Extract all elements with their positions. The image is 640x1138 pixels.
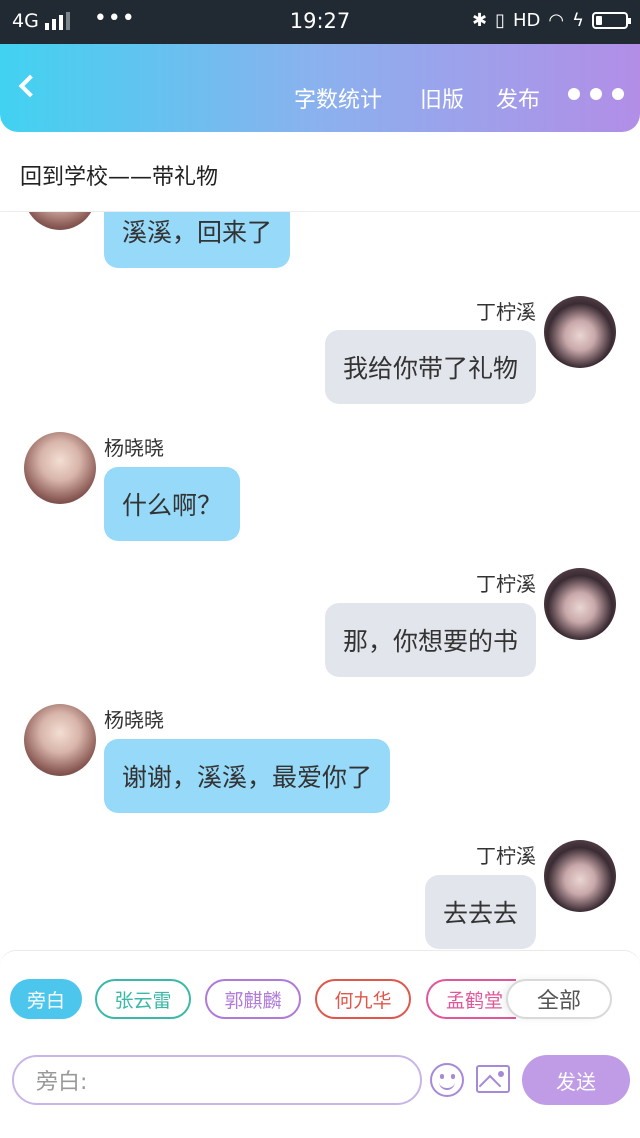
sender-name: 丁柠溪 (476, 300, 536, 324)
chapter-title: 回到学校——带礼物 (20, 165, 219, 190)
chapter-title-bar: 回到学校——带礼物 (0, 132, 640, 212)
message-bubble[interactable]: 溪溪，回来了 (104, 212, 291, 268)
hd-label: HD (513, 10, 541, 31)
sender-name: 丁柠溪 (476, 844, 536, 868)
chevron-left-icon[interactable] (18, 74, 42, 98)
character-chip[interactable]: 何九华 (315, 979, 411, 1019)
character-chip[interactable]: 孟鹤堂 (426, 979, 516, 1019)
charging-icon: ϟ (572, 10, 584, 31)
send-button[interactable]: 发送 (522, 1055, 630, 1105)
battery-icon (592, 12, 631, 29)
status-bar: 4G ••• 19:27 ✱ ▯ HD ◠ ϟ (0, 0, 640, 44)
avatar[interactable] (24, 212, 96, 230)
character-chip-narrator[interactable]: 旁白 (10, 979, 82, 1019)
message-bubble[interactable]: 那，你想要的书 (324, 603, 536, 677)
publish-button[interactable]: 发布 (496, 82, 540, 114)
message-bubble[interactable]: 什么啊？ (104, 467, 241, 541)
character-chip[interactable]: 郭麒麟 (205, 979, 301, 1019)
message-bubble[interactable]: 去去去 (424, 875, 536, 949)
vibrate-icon: ▯ (495, 10, 505, 31)
composer-panel: 旁白 张云雷 郭麒麟 何九华 孟鹤堂 全部 旁白: 发送 (0, 950, 640, 1110)
message-input[interactable]: 旁白: (12, 1055, 422, 1105)
chat-area[interactable]: 溪溪，回来了 丁柠溪 我给你带了礼物 杨晓晓 什么啊？ 丁柠溪 那，你想要的书 … (0, 212, 640, 950)
status-right: ✱ ▯ HD ◠ ϟ (472, 10, 631, 31)
message-bubble[interactable]: 我给你带了礼物 (324, 330, 536, 404)
character-chip[interactable]: 张云雷 (95, 979, 191, 1019)
sender-name: 杨晓晓 (104, 436, 164, 460)
avatar[interactable] (544, 568, 616, 640)
smiley-icon[interactable] (430, 1063, 464, 1097)
sender-name: 丁柠溪 (476, 572, 536, 596)
avatar[interactable] (544, 840, 616, 912)
all-characters-button[interactable]: 全部 (506, 979, 612, 1019)
sender-name: 杨晓晓 (104, 708, 164, 732)
old-version-button[interactable]: 旧版 (420, 82, 464, 114)
wifi-icon: ◠ (548, 10, 565, 31)
avatar[interactable] (24, 704, 96, 776)
bluetooth-icon: ✱ (472, 10, 488, 31)
avatar[interactable] (544, 296, 616, 368)
top-header: 字数统计 旧版 发布 (0, 44, 640, 132)
app-root: 4G ••• 19:27 ✱ ▯ HD ◠ ϟ 字数统计 旧版 发布 回到学校—… (0, 0, 640, 1138)
word-count-button[interactable]: 字数统计 (294, 82, 382, 114)
more-dots-icon[interactable] (568, 88, 624, 100)
avatar[interactable] (24, 432, 96, 504)
message-bubble[interactable]: 谢谢，溪溪，最爱你了 (104, 739, 391, 813)
image-icon[interactable] (476, 1065, 510, 1093)
